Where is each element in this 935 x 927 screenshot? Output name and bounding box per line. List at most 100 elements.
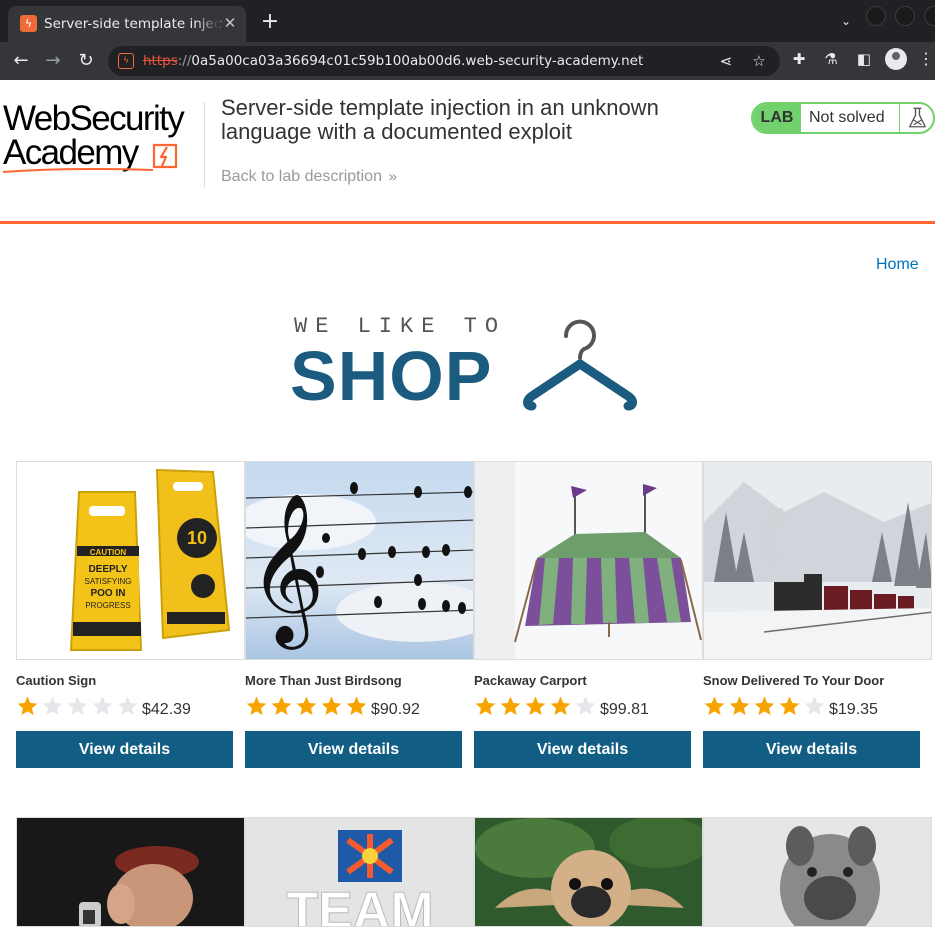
star-filled-icon bbox=[754, 696, 775, 715]
star-rating bbox=[703, 695, 828, 719]
browser-tab-strip: ϟ Server-side template injection in an u… bbox=[0, 0, 935, 42]
academy-lightning-icon bbox=[152, 143, 178, 169]
lab-title: Server-side template injection in an unk… bbox=[221, 95, 659, 144]
product-price: $90.92 bbox=[371, 701, 420, 718]
product-name: Snow Delivered To Your Door bbox=[703, 673, 885, 688]
flying-pug-illustration bbox=[475, 818, 702, 926]
star-filled-icon bbox=[550, 696, 571, 715]
product-price: $19.35 bbox=[829, 701, 878, 718]
svg-text:𝄞: 𝄞 bbox=[248, 491, 325, 650]
site-warning-icon[interactable]: ϟ bbox=[118, 53, 134, 69]
star-filled-icon bbox=[346, 696, 367, 715]
home-link[interactable]: Home bbox=[876, 255, 919, 275]
svg-text:CAUTION: CAUTION bbox=[90, 548, 127, 557]
url-text[interactable]: https://0a5a00ca03a36694c01c59b100ab00d6… bbox=[143, 52, 643, 70]
back-arrow-icon[interactable]: ← bbox=[8, 48, 34, 74]
side-panel-icon[interactable]: ◧ bbox=[853, 48, 875, 70]
product-price: $42.39 bbox=[142, 701, 191, 718]
share-icon[interactable]: ⋖ bbox=[716, 51, 736, 71]
window-close-button[interactable] bbox=[924, 6, 935, 26]
circus-tent-illustration bbox=[475, 462, 702, 659]
web-security-academy-logo[interactable]: WebSecurity Academy bbox=[3, 100, 203, 175]
product-image-dog[interactable] bbox=[703, 817, 932, 927]
product-name: More Than Just Birdsong bbox=[245, 673, 402, 688]
old-man-figure-illustration bbox=[17, 818, 244, 926]
lab-flask-extension-icon[interactable]: ⚗ bbox=[820, 48, 842, 70]
product-image-caution-sign[interactable]: CAUTION DEEPLY SATISFYING POO IN PROGRES… bbox=[16, 461, 245, 660]
star-empty-icon bbox=[67, 696, 88, 715]
product-image-snow[interactable] bbox=[703, 461, 932, 660]
view-details-button[interactable]: View details bbox=[245, 731, 462, 768]
product-name: Packaway Carport bbox=[474, 673, 587, 688]
lab-status-widget: LAB Not solved bbox=[751, 102, 935, 134]
bookmark-star-icon[interactable]: ☆ bbox=[749, 51, 769, 71]
star-filled-icon bbox=[729, 696, 750, 715]
svg-text:POO IN: POO IN bbox=[90, 588, 125, 599]
close-tab-icon[interactable]: ✕ bbox=[220, 13, 240, 33]
shop-banner: WE LIKE TO SHOP bbox=[290, 312, 650, 415]
banner-shop-word: SHOP bbox=[290, 337, 493, 415]
header-divider bbox=[204, 102, 205, 188]
star-empty-icon bbox=[42, 696, 63, 715]
chevron-down-icon[interactable]: ⌄ bbox=[836, 10, 856, 32]
lab-status-text: Not solved bbox=[809, 109, 885, 126]
view-details-button[interactable]: View details bbox=[16, 731, 233, 768]
bulldog-illustration bbox=[704, 818, 931, 926]
address-bar[interactable]: ϟ https://0a5a00ca03a36694c01c59b100ab00… bbox=[108, 46, 780, 76]
lab-favicon-icon: ϟ bbox=[20, 15, 37, 32]
star-filled-icon bbox=[500, 696, 521, 715]
star-filled-icon bbox=[704, 696, 725, 715]
forward-arrow-icon[interactable]: → bbox=[40, 48, 66, 74]
product-image-team[interactable]: TEAM bbox=[245, 817, 474, 927]
star-empty-icon bbox=[575, 696, 596, 715]
browser-menu-icon[interactable]: ⋮ bbox=[918, 48, 934, 70]
star-filled-icon bbox=[475, 696, 496, 715]
star-filled-icon bbox=[296, 696, 317, 715]
view-details-button[interactable]: View details bbox=[474, 731, 691, 768]
double-chevron-right-icon: » bbox=[388, 167, 398, 186]
star-empty-icon bbox=[92, 696, 113, 715]
star-rating bbox=[474, 695, 599, 719]
window-maximize-button[interactable] bbox=[895, 6, 915, 26]
url-scheme: https bbox=[143, 53, 178, 69]
view-details-button[interactable]: View details bbox=[703, 731, 920, 768]
star-rating bbox=[245, 695, 370, 719]
product-image-spy-figure[interactable] bbox=[16, 817, 245, 927]
lab-badge: LAB bbox=[753, 104, 801, 132]
svg-text:DEEPLY: DEEPLY bbox=[88, 564, 127, 575]
browser-tab-active[interactable]: ϟ Server-side template injection in an u… bbox=[8, 6, 246, 42]
profile-avatar-icon[interactable] bbox=[885, 48, 907, 70]
star-filled-icon bbox=[779, 696, 800, 715]
new-tab-button[interactable]: + bbox=[258, 10, 282, 34]
svg-text:PROGRESS: PROGRESS bbox=[85, 601, 130, 610]
window-minimize-button[interactable] bbox=[866, 6, 886, 26]
product-image-pug[interactable] bbox=[474, 817, 703, 927]
svg-text:10: 10 bbox=[187, 528, 207, 548]
star-filled-icon bbox=[17, 696, 38, 715]
star-empty-icon bbox=[804, 696, 825, 715]
birdsong-illustration: 𝄞 bbox=[246, 462, 473, 659]
star-filled-icon bbox=[246, 696, 267, 715]
coat-hanger-icon bbox=[523, 319, 637, 411]
product-image-birdsong[interactable]: 𝄞 bbox=[245, 461, 474, 660]
team-illustration: TEAM bbox=[246, 818, 473, 927]
star-filled-icon bbox=[321, 696, 342, 715]
url-host: 0a5a00ca03a36694c01c59b100ab00d6.web-sec… bbox=[191, 53, 644, 69]
tab-title-fade bbox=[196, 12, 220, 36]
snow-train-illustration bbox=[704, 462, 931, 659]
product-image-carport[interactable] bbox=[474, 461, 703, 660]
star-filled-icon bbox=[525, 696, 546, 715]
product-price: $99.81 bbox=[600, 701, 649, 718]
star-filled-icon bbox=[271, 696, 292, 715]
svg-text:SATISFYING: SATISFYING bbox=[85, 577, 132, 586]
team-thumb-text: TEAM bbox=[286, 882, 433, 927]
header-orange-rule bbox=[0, 221, 935, 224]
url-separator: :// bbox=[177, 53, 192, 69]
star-rating bbox=[16, 695, 141, 719]
flask-icon bbox=[899, 104, 926, 132]
back-to-lab-description-link[interactable]: Back to lab description bbox=[221, 167, 382, 187]
reload-icon[interactable]: ↻ bbox=[73, 48, 99, 74]
logo-underline-swoosh bbox=[3, 167, 153, 173]
extensions-puzzle-icon[interactable]: ✚ bbox=[788, 48, 810, 70]
star-empty-icon bbox=[117, 696, 138, 715]
